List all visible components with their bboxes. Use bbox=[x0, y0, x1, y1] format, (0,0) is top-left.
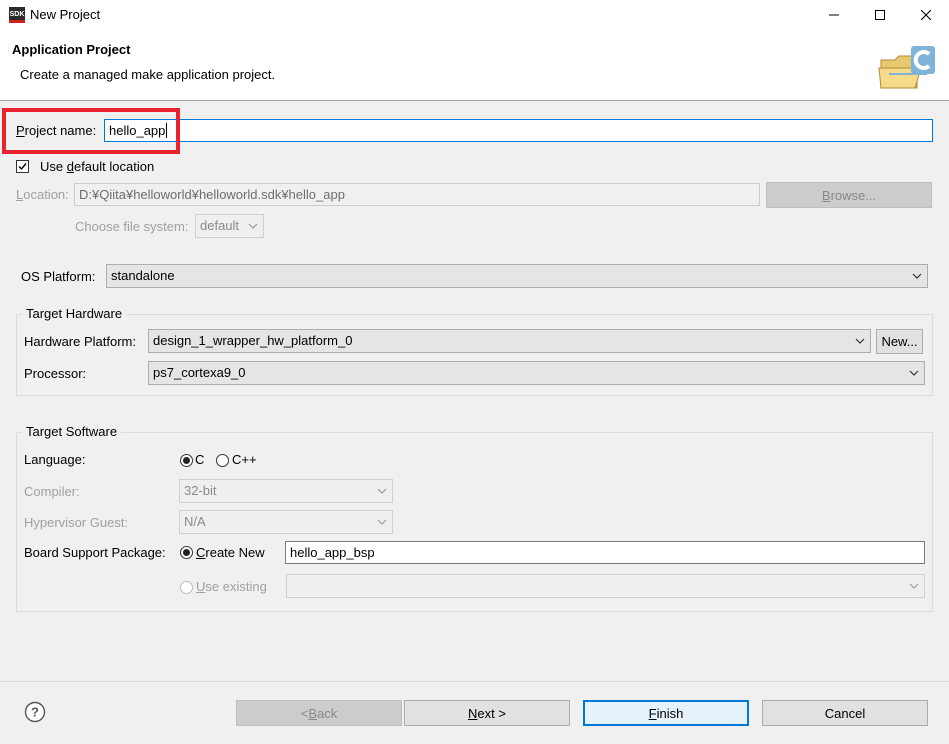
bsp-use-existing-radio[interactable] bbox=[180, 581, 193, 594]
chevron-down-icon bbox=[377, 488, 387, 494]
target-software-title: Target Software bbox=[22, 424, 122, 439]
maximize-button[interactable] bbox=[857, 0, 903, 30]
svg-text:?: ? bbox=[31, 705, 39, 720]
hypervisor-guest-label: Hypervisor Guest: bbox=[24, 515, 129, 530]
chevron-down-icon bbox=[377, 519, 387, 525]
compiler-label: Compiler: bbox=[24, 484, 80, 499]
target-hardware-title: Target Hardware bbox=[22, 306, 127, 321]
cancel-button[interactable]: Cancel bbox=[762, 700, 928, 726]
minimize-icon bbox=[829, 14, 839, 16]
location-label: Location: bbox=[16, 187, 69, 202]
hardware-platform-select[interactable]: design_1_wrapper_hw_platform_0 bbox=[148, 329, 871, 353]
highlight-annotation-box bbox=[2, 108, 180, 154]
bsp-name-input[interactable]: hello_app_bsp bbox=[285, 541, 925, 564]
app-icon: SDK bbox=[9, 7, 25, 23]
chevron-down-icon bbox=[909, 583, 919, 589]
file-system-label: Choose file system: bbox=[75, 219, 189, 234]
bsp-existing-select[interactable] bbox=[286, 574, 925, 598]
location-input[interactable]: D:¥Qiita¥helloworld¥helloworld.sdk¥hello… bbox=[74, 183, 760, 206]
file-system-select[interactable]: default bbox=[195, 214, 264, 238]
chevron-down-icon bbox=[912, 273, 922, 279]
close-icon bbox=[921, 10, 931, 20]
chevron-down-icon bbox=[248, 223, 258, 229]
language-c-label: C bbox=[195, 452, 205, 467]
minimize-button[interactable] bbox=[811, 0, 857, 30]
bsp-create-new-radio[interactable] bbox=[180, 546, 193, 559]
back-button[interactable]: < Back bbox=[236, 700, 402, 726]
os-platform-label: OS Platform: bbox=[21, 269, 96, 284]
use-default-location-label: Use default location bbox=[40, 159, 155, 174]
finish-button[interactable]: Finish bbox=[583, 700, 749, 726]
language-cpp-label: C++ bbox=[232, 452, 257, 467]
chevron-down-icon bbox=[909, 370, 919, 376]
bsp-use-existing-label: Use existing bbox=[196, 579, 267, 594]
title-bar: SDK New Project bbox=[0, 0, 949, 30]
checkmark-icon bbox=[18, 163, 27, 171]
processor-label: Processor: bbox=[24, 366, 87, 381]
maximize-icon bbox=[875, 10, 885, 20]
new-hardware-platform-button[interactable]: New... bbox=[876, 329, 923, 354]
next-button[interactable]: Next > bbox=[404, 700, 570, 726]
help-icon: ? bbox=[24, 701, 46, 723]
page-description: Create a managed make application projec… bbox=[20, 67, 276, 82]
window-title: New Project bbox=[30, 7, 101, 22]
project-name-input[interactable]: hello_app bbox=[104, 119, 933, 142]
c-project-folder-icon bbox=[878, 46, 935, 89]
close-button[interactable] bbox=[903, 0, 949, 30]
hardware-platform-label: Hardware Platform: bbox=[24, 334, 136, 349]
bsp-label: Board Support Package: bbox=[24, 545, 166, 560]
language-label: Language: bbox=[24, 452, 86, 467]
os-platform-select[interactable]: standalone bbox=[106, 264, 928, 288]
processor-select[interactable]: ps7_cortexa9_0 bbox=[148, 361, 925, 385]
footer-separator bbox=[0, 681, 949, 682]
language-c-radio[interactable] bbox=[180, 454, 193, 467]
bsp-create-new-label: Create New bbox=[196, 545, 265, 560]
browse-button[interactable]: Browse... bbox=[766, 182, 932, 208]
compiler-select[interactable]: 32-bit bbox=[179, 479, 393, 503]
hypervisor-guest-select[interactable]: N/A bbox=[179, 510, 393, 534]
language-cpp-radio[interactable] bbox=[216, 454, 229, 467]
page-title: Application Project bbox=[12, 42, 131, 57]
chevron-down-icon bbox=[855, 338, 865, 344]
wizard-banner: Application Project Create a managed mak… bbox=[0, 30, 949, 101]
use-default-location-checkbox[interactable] bbox=[16, 160, 29, 173]
help-button[interactable]: ? bbox=[24, 701, 46, 723]
